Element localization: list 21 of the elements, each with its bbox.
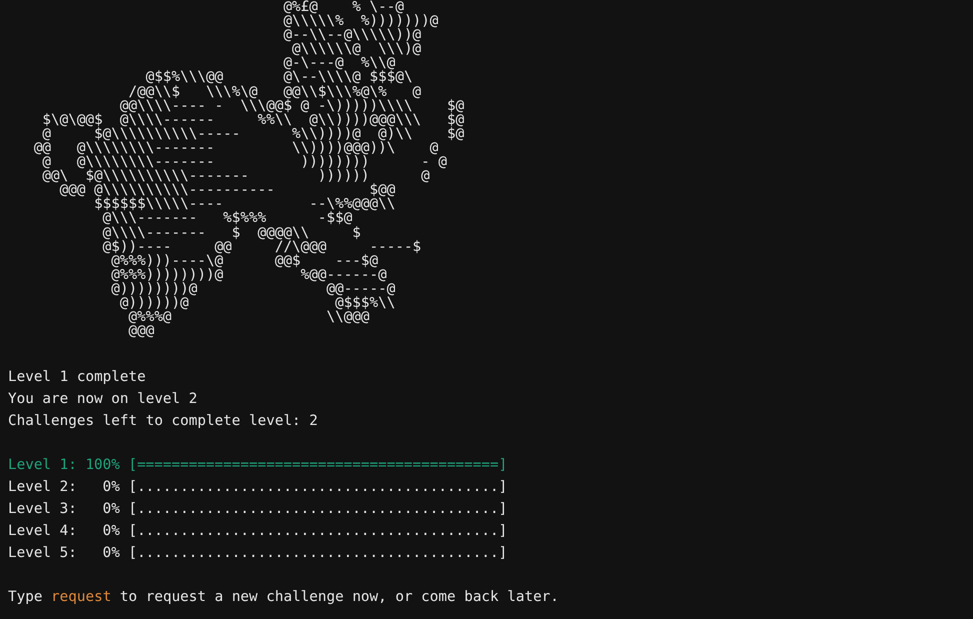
level-percent: 0%	[102, 478, 120, 498]
level-percent: 0%	[102, 522, 120, 542]
prompt-message: Type request to request a new challenge now, or come back later.	[8, 588, 559, 608]
progress-text: [==========================================]	[128, 456, 508, 476]
status-message: Level 1 complete	[8, 368, 146, 388]
request-command-link[interactable]: request	[51, 589, 112, 606]
level-percent: 0%	[102, 500, 120, 520]
level-percent: 100%	[85, 456, 120, 476]
level-label: Level 5:	[8, 544, 78, 564]
ascii-art: @%£@ % \--@ @\\\\\% %)))))))@ @--\\--@\\\\\))@ @\\\\\\@ \\\)@ @-\---@ %\\@ @$$%\\\@@ @\--\\\\@ $$$@\ /@@\\$ \\\%\@ @@\\$\\\%@\% @ @@\\\\---- - \\\@@$ @ -\)))))\\\\ $@ $\@\@@$ @\\\\------ %%\\ @\\))))@@@\\\ $@ @ $@\\\\\\\\\\----- %\\))))@ @)\\ $@ @@ @\\\\\\\\------- \\))))@@@))\ @ @ @\\\\\\\\------- )))))))) - @ @@\ $@\\\\\\\\\\------- )))))) @ @@@ @\\\\\\\\\\---------- $@@ $$$$$$\\\\\---- --\%%@@@\\ @\\\------- %$%%% -$$@ @\\\\------- $ @@@@\\ $ @$))---- @@ //\@@@ -----$ @%%%)))----\@ @@$ ---$@ @%%%))))))))@ %@@------@ @))))))))@ @@-----@ @))))))@ @$$$%\\ @%%%@ \\@@@ @@@	[32, 0, 464, 338]
progress-text: [..........................................]	[128, 500, 508, 520]
level-percent: 0%	[102, 544, 120, 564]
progress-text: [..........................................]	[128, 522, 508, 542]
level-label: Level 2:	[8, 478, 78, 498]
level-label: Level 3:	[8, 500, 78, 520]
level-label: Level 4:	[8, 522, 78, 542]
progress-text: [..........................................]	[128, 544, 508, 564]
progress-text: [..........................................]	[128, 478, 508, 498]
level-label: Level 1:	[8, 456, 78, 476]
status-message: You are now on level 2	[8, 390, 198, 410]
status-message: Challenges left to complete level: 2	[8, 412, 318, 432]
